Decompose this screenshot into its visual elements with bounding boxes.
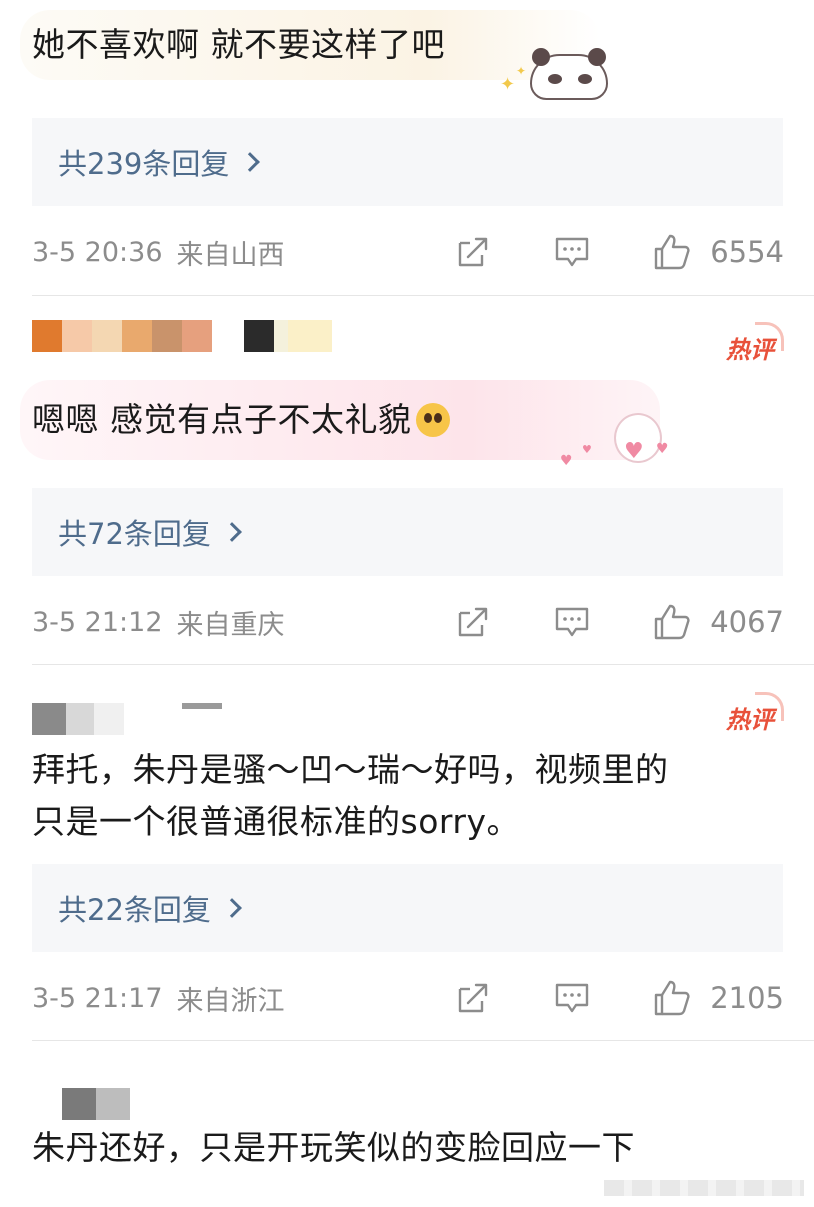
comment-meta: 3-5 20:36 来自山西 6554 <box>32 230 784 274</box>
thumbs-up-icon[interactable] <box>652 232 692 272</box>
comment-icon[interactable] <box>554 605 590 639</box>
view-replies-button[interactable]: 共22条回复 <box>32 864 783 952</box>
comment-icon[interactable] <box>554 981 590 1015</box>
share-icon[interactable] <box>456 981 490 1015</box>
divider <box>32 664 814 665</box>
divider <box>32 1040 814 1041</box>
pleading-face-icon <box>415 403 450 437</box>
comment-text: 朱丹还好，只是开玩笑似的变脸回应一下 <box>32 1128 635 1167</box>
divider <box>32 295 814 296</box>
like-count: 2105 <box>710 981 784 1015</box>
comment-meta: 3-5 21:12 来自重庆 4067 <box>32 600 784 644</box>
like-count: 6554 <box>710 235 784 269</box>
comment-text-line: 拜托，朱丹是骚～凹～瑞～好吗，视频里的 <box>32 750 669 789</box>
comment-date: 3-5 21:17 <box>32 982 163 1014</box>
chevron-right-icon <box>222 898 242 918</box>
replies-count: 共22条回复 <box>58 893 211 927</box>
view-replies-button[interactable]: 共239条回复 <box>32 118 783 206</box>
sheep-sticker: ♥ ♥ ♥ ♥ <box>560 405 670 475</box>
share-icon[interactable] <box>456 605 490 639</box>
hot-comment-badge: 热评 <box>726 322 784 365</box>
view-replies-button[interactable]: 共72条回复 <box>32 488 783 576</box>
comment-date: 3-5 21:12 <box>32 606 163 638</box>
thumbs-up-icon[interactable] <box>652 978 692 1018</box>
comment-location: 来自重庆 <box>176 609 285 641</box>
thumbs-up-icon[interactable] <box>652 602 692 642</box>
replies-count: 共239条回复 <box>58 147 230 181</box>
chevron-right-icon <box>222 522 242 542</box>
username-blurred <box>62 1088 132 1120</box>
comment-location: 来自浙江 <box>176 985 285 1017</box>
watermark-bar <box>604 1180 804 1196</box>
chevron-right-icon <box>240 152 261 172</box>
comment-meta: 3-5 21:17 来自浙江 2105 <box>32 976 784 1020</box>
comment-text: 嗯嗯 感觉有点子不太礼貌 <box>32 400 412 439</box>
hot-comment-badge: 热评 <box>726 692 784 735</box>
comment-location: 来自山西 <box>176 239 285 271</box>
comment-text-line: 只是一个很普通很标准的sorry。 <box>32 802 520 841</box>
username-blurred <box>32 703 232 735</box>
comment-icon[interactable] <box>554 235 590 269</box>
panda-sticker: ✦ ✦ <box>500 40 620 110</box>
comment-text: 她不喜欢啊 就不要这样了吧 <box>32 25 445 64</box>
replies-count: 共72条回复 <box>58 517 211 551</box>
share-icon[interactable] <box>456 235 490 269</box>
like-count: 4067 <box>710 605 784 639</box>
username-blurred <box>32 320 352 352</box>
comment-text: 拜托，朱丹是骚～凹～瑞～好吗，视频里的 只是一个很普通很标准的sorry。 <box>32 744 792 848</box>
comment-date: 3-5 20:36 <box>32 236 163 268</box>
